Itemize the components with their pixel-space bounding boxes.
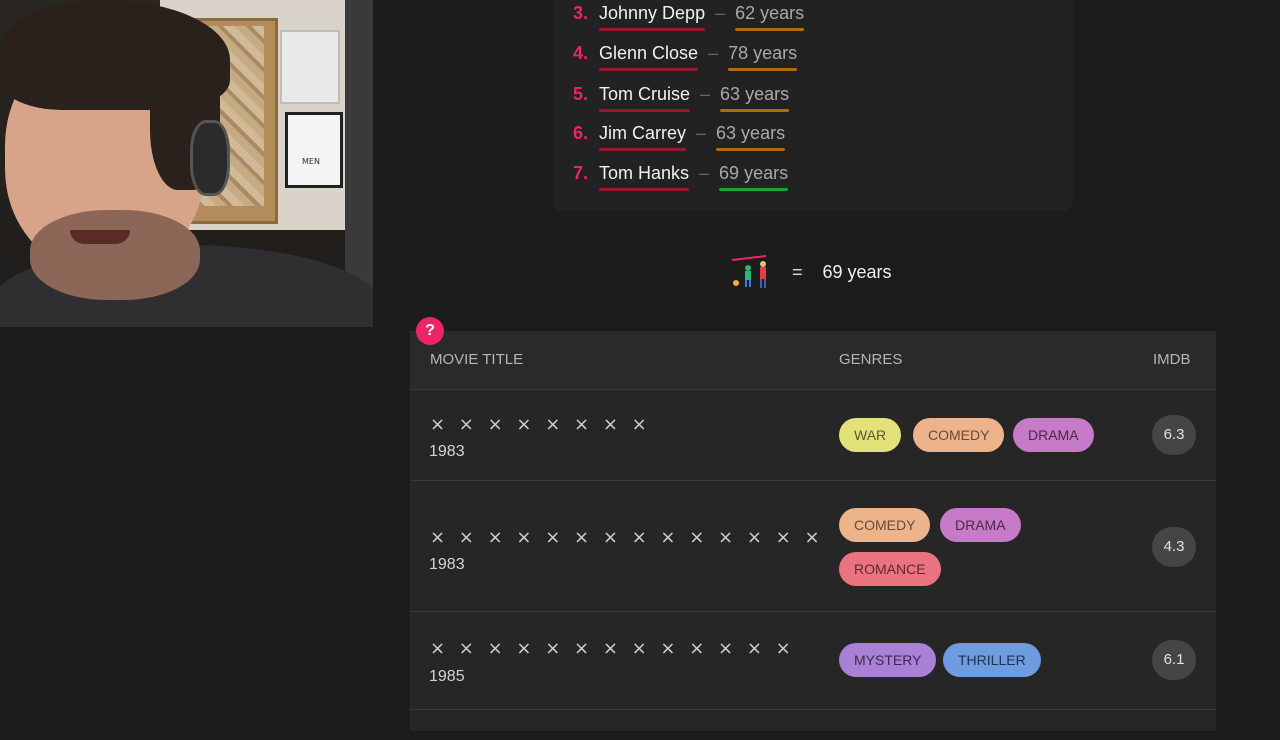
- genre-tag[interactable]: COMEDY: [913, 418, 1005, 452]
- movie-title: × × × × × × × ×: [430, 414, 651, 435]
- separator: –: [700, 84, 711, 104]
- wall-frame: [280, 30, 340, 104]
- genre-tag[interactable]: WAR: [839, 418, 902, 452]
- table-row[interactable]: × × × × × × × × × × × × × 1985 MYSTERY T…: [410, 611, 1216, 712]
- ranking-item: 7. Tom Hanks –69 years: [573, 161, 789, 191]
- movie-year: 1985: [429, 668, 465, 685]
- wall-frame-men: MEN: [285, 112, 343, 188]
- rank-number: 7.: [573, 163, 589, 183]
- table-row[interactable]: × × × × × × × × × × × × × × 1983 COMEDY …: [410, 480, 1216, 612]
- result-line: = 69 years: [730, 254, 892, 290]
- imdb-rating: 4.3: [1152, 527, 1196, 567]
- actor-age: 62 years: [735, 3, 805, 31]
- imdb-rating: 6.3: [1152, 415, 1196, 455]
- actor-name[interactable]: Tom Cruise: [599, 82, 691, 112]
- separator: –: [715, 3, 726, 23]
- imdb-rating: 6.1: [1152, 640, 1196, 680]
- equals-sign: =: [792, 261, 803, 282]
- column-header-imdb[interactable]: IMDB: [1153, 351, 1191, 368]
- rank-number: 6.: [573, 123, 589, 143]
- column-header-genres[interactable]: GENRES: [839, 351, 902, 368]
- actor-age: 63 years: [720, 84, 790, 112]
- separator: –: [696, 123, 707, 143]
- help-button[interactable]: ?: [416, 317, 444, 345]
- ranking-item: 4. Glenn Close –78 years: [573, 41, 798, 71]
- genre-tag[interactable]: DRAMA: [1013, 418, 1094, 452]
- ranking-item: 5. Tom Cruise –63 years: [573, 82, 790, 112]
- genre-tag[interactable]: MYSTERY: [839, 643, 937, 677]
- headphones-icon: [190, 120, 230, 196]
- movie-table: MOVIE TITLE GENRES IMDB × × × × × × × × …: [410, 331, 1216, 731]
- movie-title: × × × × × × × × × × × × ×: [430, 638, 795, 659]
- actor-name[interactable]: Johnny Depp: [599, 1, 706, 31]
- streamer-beard: [30, 210, 200, 300]
- actor-name[interactable]: Tom Hanks: [599, 161, 690, 191]
- webcam-overlay: MEN: [0, 0, 373, 327]
- movie-year: 1983: [429, 556, 465, 573]
- actor-name[interactable]: Glenn Close: [599, 41, 699, 71]
- actor-age-match: 69 years: [719, 163, 789, 191]
- streamer-mouth: [70, 230, 130, 244]
- genre-tag[interactable]: THRILLER: [943, 643, 1041, 677]
- actor-age: 78 years: [728, 43, 798, 71]
- rank-number: 5.: [573, 84, 589, 104]
- separator: –: [708, 43, 719, 63]
- genre-tag[interactable]: ROMANCE: [839, 552, 941, 586]
- column-header-title[interactable]: MOVIE TITLE: [430, 351, 523, 368]
- movie-year: 1983: [429, 443, 465, 460]
- table-row[interactable]: × × × × × × × × 1983 WAR COMEDY DRAMA 6.…: [410, 389, 1216, 481]
- actor-age: 63 years: [716, 123, 786, 151]
- rank-number: 4.: [573, 43, 589, 63]
- family-icon: [731, 255, 767, 288]
- result-age: 69 years: [822, 261, 892, 282]
- rank-number: 3.: [573, 3, 589, 23]
- table-row[interactable]: [410, 709, 1216, 740]
- movie-title: × × × × × × × × × × × × × ×: [430, 527, 824, 548]
- genre-tag[interactable]: COMEDY: [839, 508, 931, 542]
- separator: –: [699, 163, 710, 183]
- ranking-item: 6. Jim Carrey –63 years: [573, 121, 786, 151]
- genre-tag[interactable]: DRAMA: [940, 508, 1021, 542]
- actor-name[interactable]: Jim Carrey: [599, 121, 687, 151]
- table-header: MOVIE TITLE GENRES IMDB: [410, 331, 1216, 389]
- ranking-item: 3. Johnny Depp –62 years: [573, 1, 805, 31]
